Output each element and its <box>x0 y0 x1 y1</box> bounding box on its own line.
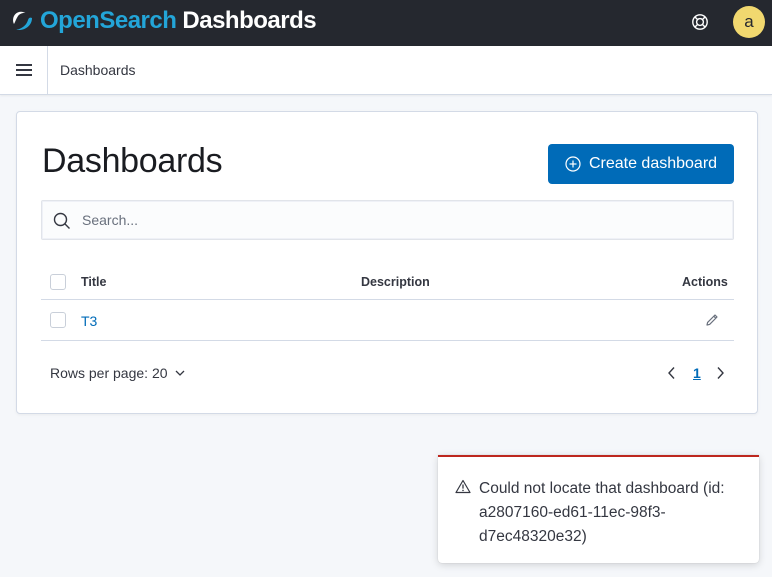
hamburger-menu-icon <box>15 64 32 76</box>
plus-in-circle-icon <box>565 156 581 172</box>
page-number-button[interactable]: 1 <box>693 365 701 381</box>
opensearch-logo[interactable]: OpenSearch Dashboards <box>10 6 317 36</box>
logo-text-search: Search <box>99 7 177 34</box>
select-all-checkbox[interactable] <box>50 274 66 290</box>
table-header: Title Description Actions <box>41 262 734 300</box>
opensearch-logo-icon <box>13 11 32 30</box>
chevron-right-icon <box>717 367 724 379</box>
column-header-description: Description <box>361 275 430 289</box>
page-title: Dashboards <box>42 142 223 180</box>
logo-text-dashboards: Dashboards <box>182 7 317 34</box>
rows-per-page-label: Rows per page: 20 <box>50 365 168 381</box>
create-dashboard-button[interactable]: Create dashboard <box>548 144 734 184</box>
pencil-edit-icon <box>706 314 718 326</box>
dashboard-title-link[interactable]: T3 <box>81 313 97 329</box>
search-icon <box>53 212 70 229</box>
search-field[interactable] <box>41 200 734 240</box>
help-lifebuoy-icon <box>692 14 708 30</box>
error-toast: Could not locate that dashboard (id: a28… <box>438 455 759 563</box>
breadcrumb-dashboards: Dashboards <box>60 62 136 78</box>
warning-icon <box>455 479 471 494</box>
dashboards-listing-panel: Dashboards Create dashboard Title Descri… <box>16 111 758 414</box>
chevron-left-icon <box>668 367 675 379</box>
edit-dashboard-button[interactable] <box>704 312 722 330</box>
rows-per-page-selector[interactable]: Rows per page: 20 <box>50 365 185 381</box>
logo-text-open: Open <box>40 7 100 34</box>
previous-page-button[interactable] <box>667 366 677 385</box>
search-input[interactable] <box>80 201 720 239</box>
row-select-checkbox[interactable] <box>50 312 66 328</box>
toast-message: Could not locate that dashboard (id: a28… <box>479 480 725 545</box>
next-page-button[interactable] <box>715 366 725 385</box>
user-avatar[interactable]: a <box>733 6 765 38</box>
menu-toggle-button[interactable] <box>0 46 48 94</box>
chevron-down-icon <box>175 369 185 377</box>
column-header-title[interactable]: Title <box>81 275 106 289</box>
table-row: T3 <box>41 300 734 341</box>
column-header-actions: Actions <box>682 275 728 289</box>
breadcrumb-bar: Dashboards <box>0 46 772 95</box>
top-header: OpenSearch Dashboards a <box>0 0 772 46</box>
create-dashboard-label: Create dashboard <box>588 155 718 172</box>
help-button[interactable] <box>688 10 712 34</box>
